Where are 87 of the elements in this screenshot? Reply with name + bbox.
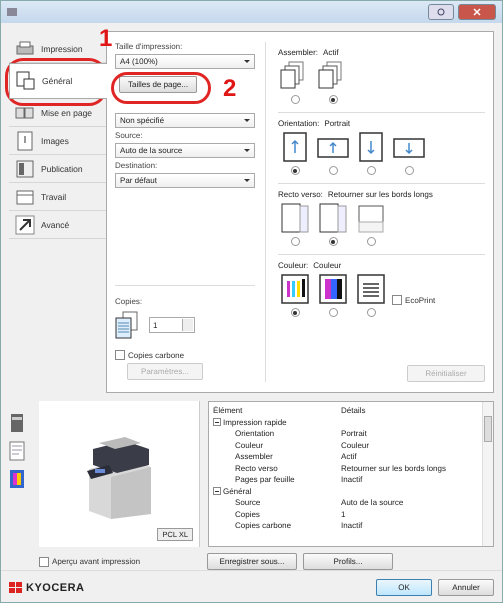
- radio-button[interactable]: [404, 166, 414, 175]
- radio-button[interactable]: [328, 166, 338, 175]
- field-label: Taille d'impression:: [115, 42, 184, 51]
- sidebar-tab[interactable]: Avancé: [9, 211, 106, 239]
- source-dropdown[interactable]: Auto de la source: [115, 143, 255, 158]
- preview-checkbox[interactable]: Aperçu avant impression: [9, 556, 201, 566]
- field-label: Copies:: [115, 297, 144, 306]
- detail-cell-text: Actif: [341, 452, 358, 462]
- sidebar-tab[interactable]: Mise en page: [9, 99, 106, 127]
- field-label: Source:: [115, 131, 144, 140]
- option-label: Recto verso:: [278, 190, 323, 199]
- carbon-copies-checkbox[interactable]: Copies carbone: [115, 350, 255, 360]
- field-label: Destination:: [115, 161, 158, 170]
- collapse-toggle[interactable]: [213, 418, 221, 426]
- tab-icon: [15, 158, 35, 178]
- ecoprint-checkbox[interactable]: EcoPrint: [392, 295, 436, 305]
- radio-button[interactable]: [328, 308, 338, 317]
- profile-button[interactable]: Profils...: [303, 553, 393, 570]
- color-icon[interactable]: [9, 469, 25, 489]
- item-cell-text: Copies carbone: [234, 521, 292, 530]
- app-icon: [7, 8, 17, 16]
- radio-button[interactable]: [328, 237, 338, 246]
- sidebar-tab[interactable]: Général: [9, 63, 107, 99]
- option-icon: [317, 202, 349, 234]
- dialog-button[interactable]: Annuler: [438, 579, 494, 596]
- help-icon: [437, 8, 445, 16]
- radio-button[interactable]: [366, 308, 376, 317]
- media-type-dropdown[interactable]: Non spécifié: [115, 113, 255, 128]
- sidebar-tab[interactable]: Travail: [9, 183, 106, 211]
- option-label: Couleur:: [278, 261, 308, 270]
- option-icon: [279, 202, 311, 234]
- option-icon: [355, 273, 387, 305]
- detail-cell-text: 1: [341, 510, 346, 519]
- radio-button[interactable]: [290, 166, 300, 175]
- item-cell-text: Couleur: [234, 440, 264, 450]
- item-cell-text: Source: [234, 498, 262, 508]
- radio-button[interactable]: [328, 95, 338, 104]
- tab-icon: [16, 71, 36, 91]
- item-cell-text: Assembler: [234, 452, 274, 462]
- page-sizes-button[interactable]: Tailles de page...: [119, 76, 198, 93]
- detail-cell-text: Auto de la source: [341, 498, 404, 508]
- option-label: Orientation:: [278, 119, 320, 128]
- option-value: Actif: [323, 48, 339, 57]
- logo-icon: [9, 582, 23, 594]
- tab-icon: [15, 214, 35, 234]
- item-cell-text: Orientation: [234, 429, 276, 438]
- help-button[interactable]: [428, 4, 454, 20]
- close-icon: [473, 8, 481, 16]
- radio-button[interactable]: [290, 237, 300, 246]
- radio-button[interactable]: [290, 308, 300, 317]
- detail-cell-text: Couleur: [341, 440, 370, 450]
- tab-icon: [15, 130, 35, 150]
- group-label: Impression rapide: [223, 418, 287, 427]
- radio-button[interactable]: [366, 166, 376, 175]
- option-value: Retourner sur les bords longs: [328, 190, 433, 199]
- item-cell-text: Pages par feuille: [234, 475, 296, 484]
- close-button[interactable]: [458, 4, 496, 20]
- option-label: Assembler:: [278, 48, 318, 57]
- detail-cell-text: Portrait: [341, 429, 368, 438]
- sidebar-tab[interactable]: Publication: [9, 155, 106, 183]
- detail-cell-text: Inactif: [341, 521, 364, 530]
- print-size-dropdown[interactable]: A4 (100%): [115, 54, 255, 69]
- column-header: Élément: [213, 406, 244, 416]
- option-icon: [317, 273, 349, 305]
- column-header: Détails: [341, 406, 366, 416]
- collapse-toggle[interactable]: [213, 487, 221, 496]
- copies-icon: [115, 311, 139, 339]
- step-number: 2: [223, 77, 236, 101]
- brand-logo: KYOCERA: [26, 582, 85, 594]
- copies-spinner[interactable]: 1: [149, 317, 195, 333]
- dialog-button[interactable]: OK: [376, 579, 432, 596]
- scrollbar[interactable]: [482, 402, 493, 546]
- option-value: Couleur: [313, 261, 342, 270]
- item-cell-text: Recto verso: [234, 464, 279, 473]
- destination-dropdown[interactable]: Par défaut: [115, 173, 255, 188]
- radio-button[interactable]: [366, 237, 376, 246]
- radio-button[interactable]: [290, 95, 300, 104]
- detail-cell-text: Inactif: [341, 475, 364, 484]
- option-value: Portrait: [324, 119, 350, 128]
- item-cell-text: Copies: [234, 510, 261, 519]
- printer-icon[interactable]: [9, 413, 25, 433]
- document-icon[interactable]: [9, 441, 25, 461]
- group-label: Général: [223, 486, 252, 496]
- profile-button[interactable]: Enregistrer sous...: [207, 553, 297, 570]
- option-icon: [279, 273, 311, 305]
- detail-cell-text: Retourner sur les bords longs: [341, 464, 447, 473]
- sidebar-tab[interactable]: Images: [9, 127, 106, 155]
